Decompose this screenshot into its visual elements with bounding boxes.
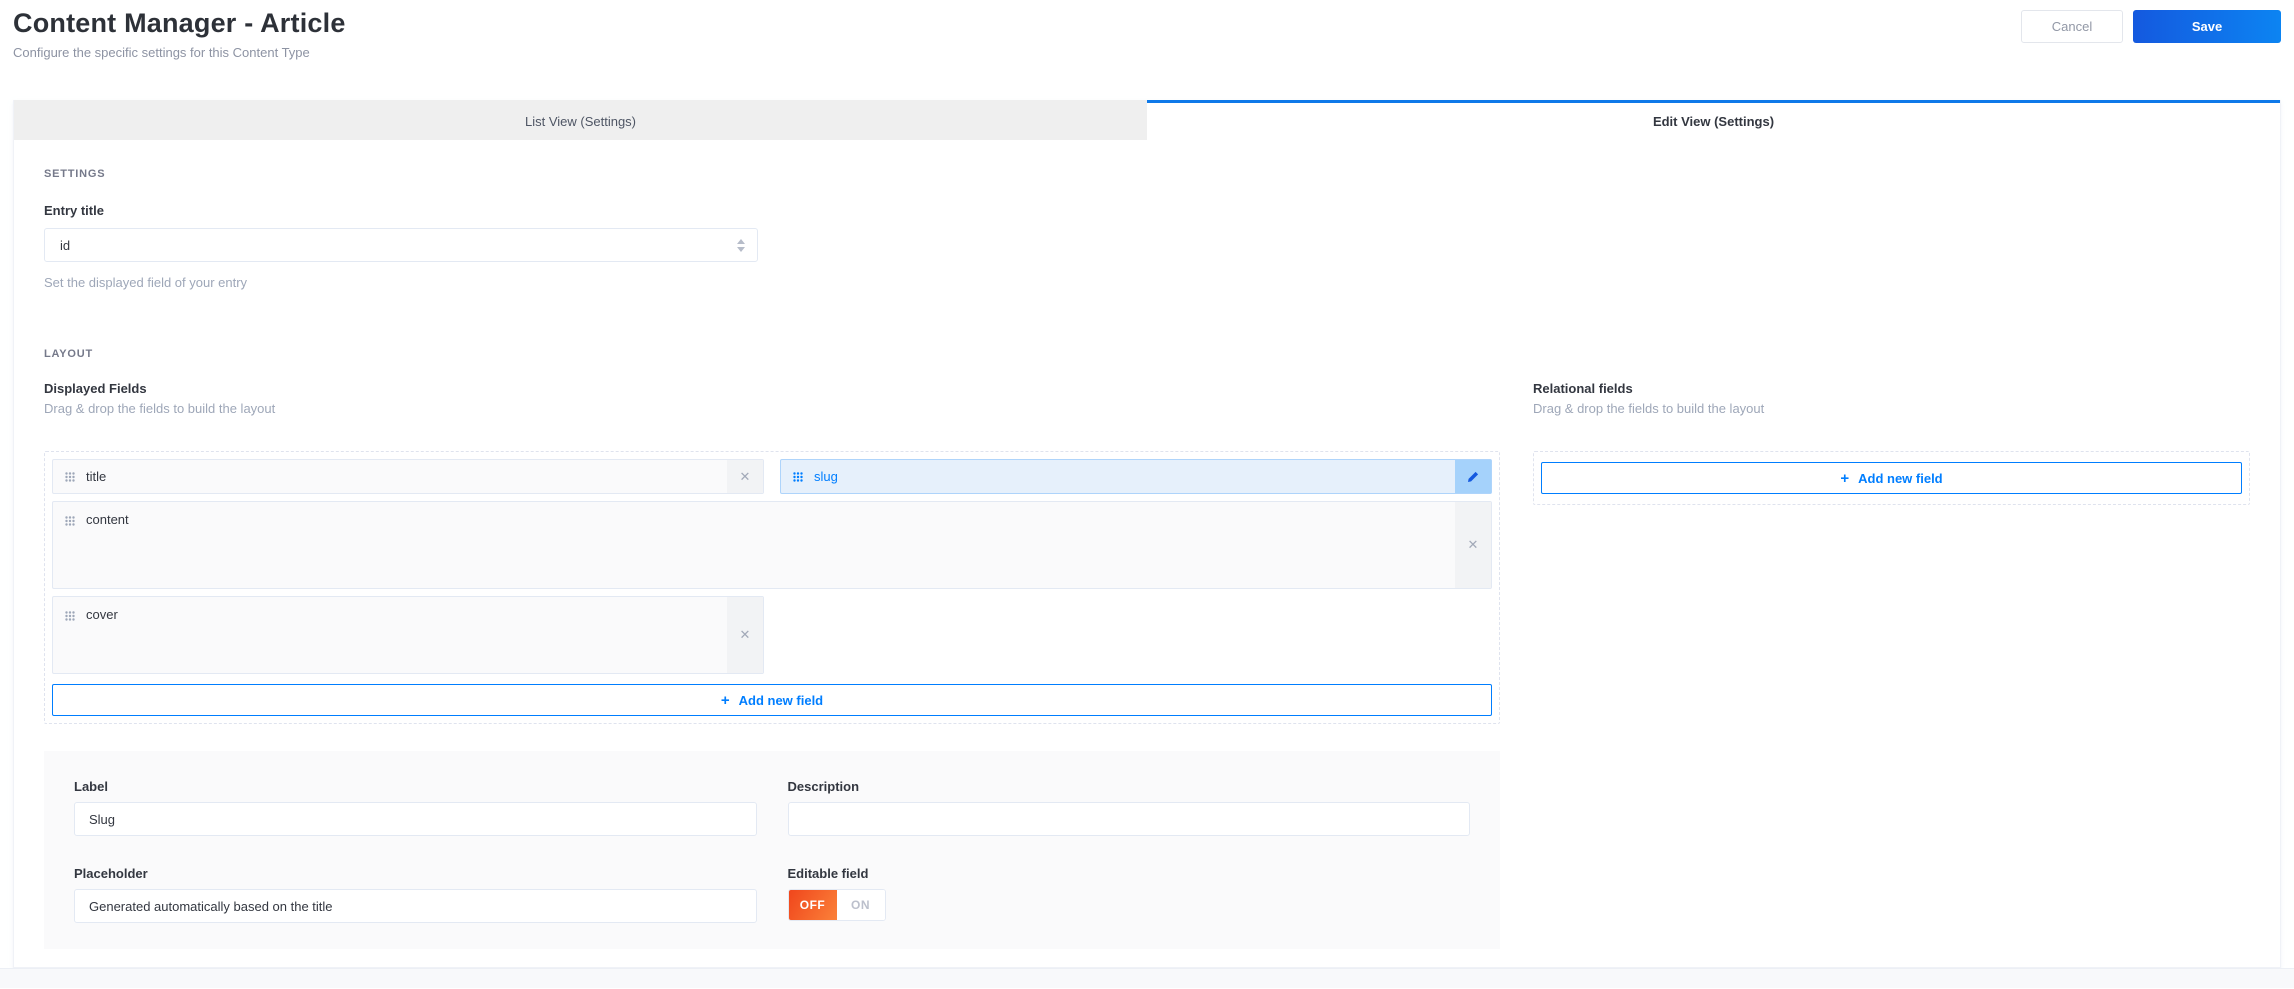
add-new-field-button[interactable]: + Add new field: [52, 684, 1492, 716]
field-chip-cover-main: cover: [53, 597, 727, 673]
field-chip-content[interactable]: content ✕: [52, 501, 1492, 589]
tab-edit-view-settings[interactable]: Edit View (Settings): [1147, 100, 2280, 140]
relational-fields-column: Relational fields Drag & drop the fields…: [1533, 381, 2250, 949]
placeholder-group: Placeholder: [74, 866, 757, 923]
field-chip-title-main: title: [53, 460, 727, 493]
description-input[interactable]: [787, 802, 1470, 836]
toggle-off-button[interactable]: OFF: [788, 890, 837, 920]
entry-title-label: Entry title: [44, 203, 104, 218]
entry-title-select-value: id: [60, 237, 71, 253]
placeholder-field-label: Placeholder: [74, 866, 148, 881]
field-chip-slug[interactable]: slug: [780, 459, 1492, 494]
editable-field-label: Editable field: [787, 866, 869, 881]
entry-title-select[interactable]: id: [44, 228, 758, 262]
tab-list-view-settings[interactable]: List View (Settings): [14, 100, 1147, 140]
plus-icon: +: [1840, 469, 1850, 487]
fields-grid: title ✕ slug content ✕ cover ✕: [52, 459, 1492, 674]
remove-field-icon[interactable]: ✕: [727, 460, 763, 493]
card-body: SETTINGS Entry title id Set the displaye…: [14, 140, 2280, 949]
layout-section-heading: LAYOUT: [44, 348, 94, 360]
field-chip-label: slug: [814, 469, 838, 484]
edit-pencil-icon[interactable]: [1455, 460, 1491, 493]
field-chip-title[interactable]: title ✕: [52, 459, 764, 494]
drag-handle-icon[interactable]: [65, 611, 75, 621]
settings-card: List View (Settings) Edit View (Settings…: [13, 100, 2281, 968]
relational-fields-dropzone: + Add new field: [1533, 451, 2250, 505]
entry-title-group: Entry title id Set the displayed field o…: [44, 203, 2250, 290]
displayed-fields-column: Displayed Fields Drag & drop the fields …: [44, 381, 1500, 949]
field-chip-label: content: [86, 512, 129, 527]
description-group: Description: [787, 779, 1470, 836]
field-chip-label: title: [86, 469, 107, 484]
topbar-actions: Cancel Save: [2021, 10, 2281, 43]
drag-handle-icon[interactable]: [65, 471, 75, 482]
label-field-label: Label: [74, 779, 108, 794]
add-new-relational-field-button[interactable]: + Add new field: [1541, 462, 2242, 494]
field-chip-slug-main: slug: [781, 460, 1455, 493]
placeholder-input[interactable]: [74, 889, 757, 923]
remove-field-icon[interactable]: ✕: [1455, 502, 1491, 588]
add-new-field-label: Add new field: [738, 692, 824, 708]
editable-field-toggle: OFF ON: [787, 889, 886, 921]
add-new-relational-field-label: Add new field: [1858, 470, 1943, 486]
editable-field-group: Editable field OFF ON: [787, 866, 1471, 923]
label-group: Label: [74, 779, 757, 836]
drag-handle-icon[interactable]: [793, 471, 803, 482]
page-bottom-strip: [0, 968, 2294, 988]
cancel-button[interactable]: Cancel: [2021, 10, 2123, 43]
settings-section-heading: SETTINGS: [44, 168, 106, 180]
tab-bar: List View (Settings) Edit View (Settings…: [14, 100, 2280, 140]
entry-title-help: Set the displayed field of your entry: [44, 275, 248, 290]
description-field-label: Description: [787, 779, 860, 794]
displayed-fields-subtitle: Drag & drop the fields to build the layo…: [44, 401, 276, 416]
field-edit-form: Label Description Placeholder Ed: [74, 779, 1470, 923]
field-chip-cover[interactable]: cover ✕: [52, 596, 764, 674]
field-chip-label: cover: [86, 607, 118, 622]
toggle-on-button[interactable]: ON: [836, 890, 885, 920]
relational-fields-subtitle: Drag & drop the fields to build the layo…: [1533, 401, 1765, 416]
remove-field-icon[interactable]: ✕: [727, 597, 763, 673]
topbar: Content Manager - Article Configure the …: [0, 0, 2294, 100]
select-stepper-icon: [737, 238, 745, 252]
save-button[interactable]: Save: [2133, 10, 2281, 43]
drag-handle-icon[interactable]: [65, 516, 75, 526]
field-chip-content-main: content: [53, 502, 1455, 588]
relational-fields-title: Relational fields: [1533, 381, 1633, 396]
layout-grid: Displayed Fields Drag & drop the fields …: [44, 381, 2250, 949]
displayed-fields-dropzone: title ✕ slug content ✕ cover ✕ + Add new…: [44, 451, 1500, 724]
displayed-fields-title: Displayed Fields: [44, 381, 147, 396]
page-title: Content Manager - Article: [13, 8, 346, 38]
plus-icon: +: [720, 691, 730, 709]
page-heading: Content Manager - Article Configure the …: [13, 8, 346, 60]
field-edit-panel: Label Description Placeholder Ed: [44, 751, 1500, 949]
label-input[interactable]: [74, 802, 757, 836]
page-subtitle: Configure the specific settings for this…: [13, 45, 310, 60]
